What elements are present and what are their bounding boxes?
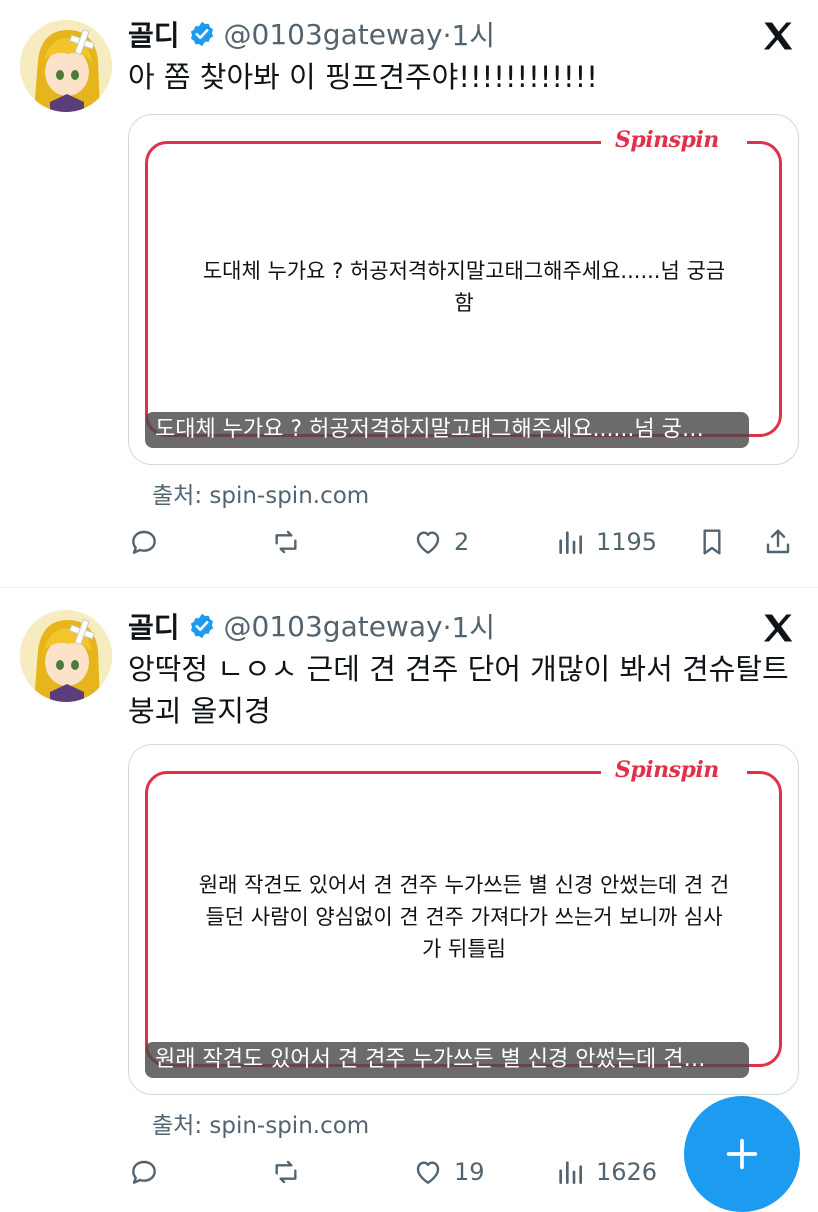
card-caption: 도대체 누가요 ? 허공저격하지말고태그해주세요......넘 궁…	[145, 412, 749, 448]
heart-icon	[416, 1161, 440, 1184]
author-handle[interactable]: @0103gateway	[224, 610, 443, 643]
tweet-time[interactable]: ·1시	[443, 14, 495, 54]
like-count: 2	[454, 528, 470, 556]
views-button[interactable]: 1195	[554, 520, 657, 564]
card-source[interactable]: 출처: spin-spin.com	[152, 476, 369, 510]
spinspin-logo: Spinspin	[615, 757, 719, 783]
retweet-button[interactable]	[270, 1150, 312, 1194]
spinspin-logo: Spinspin	[615, 127, 719, 153]
bookmark-icon	[703, 529, 721, 555]
x-logo-icon[interactable]	[760, 18, 796, 54]
card-body-text: 원래 작견도 있어서 견 견주 누가쓰든 별 신경 안썼는데 견 건 들던 사람…	[169, 869, 759, 965]
bookmark-button[interactable]	[696, 520, 728, 564]
heart-icon	[416, 531, 440, 554]
tweet-text-line: 앙딱정 ㄴㅇㅅ 근데 견 견주 단어 개많이 봐서 견슈탈트	[128, 652, 789, 686]
retweet-icon	[275, 1160, 297, 1184]
tweet[interactable]: 골디 @0103gateway ·1시 아 쫌 찾아봐 이 핑프견주야!!!!!…	[0, 0, 818, 588]
views-button[interactable]: 1626	[554, 1150, 657, 1194]
plus-icon	[726, 1138, 758, 1170]
card-body-text: 도대체 누가요 ? 허공저격하지말고태그해주세요......넘 궁금 함	[169, 255, 759, 319]
reply-button[interactable]	[128, 520, 170, 564]
tweet-text: 아 쫌 찾아봐 이 핑프견주야!!!!!!!!!!!!	[128, 56, 798, 98]
card-body-line: 도대체 누가요 ? 허공저격하지말고태그해주세요......넘 궁금	[202, 259, 726, 283]
card-source[interactable]: 출처: spin-spin.com	[152, 1106, 369, 1140]
x-logo-icon[interactable]	[760, 610, 796, 646]
compose-button[interactable]	[684, 1096, 800, 1212]
author-name[interactable]: 골디	[128, 14, 180, 54]
retweet-button[interactable]	[270, 520, 312, 564]
views-count: 1626	[596, 1158, 658, 1186]
card-caption: 원래 작견도 있어서 견 견주 누가쓰든 별 신경 안썼는데 견…	[145, 1042, 749, 1078]
verified-badge-icon	[190, 613, 213, 639]
views-icon	[559, 531, 582, 554]
card-body-line: 함	[454, 291, 474, 315]
avatar[interactable]	[20, 20, 112, 112]
link-card[interactable]: Spinspin 원래 작견도 있어서 견 견주 누가쓰든 별 신경 안썼는데 …	[128, 744, 799, 1095]
card-body-line: 원래 작견도 있어서 견 견주 누가쓰든 별 신경 안썼는데 견 건	[198, 873, 730, 897]
like-button[interactable]: 19	[412, 1150, 485, 1194]
author-handle[interactable]: @0103gateway	[224, 18, 443, 51]
tweet-header: 골디 @0103gateway ·1시	[128, 14, 495, 54]
tweet-text-line: 붕괴 올지경	[128, 694, 271, 728]
avatar-illustration-icon	[20, 610, 112, 702]
share-icon	[766, 529, 790, 554]
avatar[interactable]	[20, 610, 112, 702]
like-count: 19	[454, 1158, 485, 1186]
tweet-actions: 2 1195	[128, 520, 798, 564]
like-button[interactable]: 2	[412, 520, 469, 564]
tweet[interactable]: 골디 @0103gateway ·1시 앙딱정 ㄴㅇㅅ 근데 견 견주 단어 개…	[0, 588, 818, 1200]
retweet-icon	[275, 530, 297, 554]
tweet-text: 앙딱정 ㄴㅇㅅ 근데 견 견주 단어 개많이 봐서 견슈탈트 붕괴 올지경	[128, 648, 798, 732]
share-button[interactable]	[762, 520, 794, 564]
reply-icon	[132, 1160, 156, 1184]
reply-button[interactable]	[128, 1150, 170, 1194]
avatar-illustration-icon	[20, 20, 112, 112]
verified-badge-icon	[190, 21, 213, 47]
tweet-text-line: 아 쫌 찾아봐 이 핑프견주야!!!!!!!!!!!!	[128, 60, 598, 94]
card-body-line: 가 뒤틀림	[422, 937, 506, 961]
link-card[interactable]: Spinspin 도대체 누가요 ? 허공저격하지말고태그해주세요......넘…	[128, 114, 799, 465]
tweet-time[interactable]: ·1시	[443, 606, 495, 646]
reply-icon	[132, 530, 156, 554]
tweet-header: 골디 @0103gateway ·1시	[128, 606, 495, 646]
card-body-line: 들던 사람이 양심없이 견 견주 가져다가 쓰는거 보니까 심사	[205, 905, 723, 929]
views-count: 1195	[596, 528, 658, 556]
author-name[interactable]: 골디	[128, 606, 180, 646]
views-icon	[559, 1161, 582, 1184]
